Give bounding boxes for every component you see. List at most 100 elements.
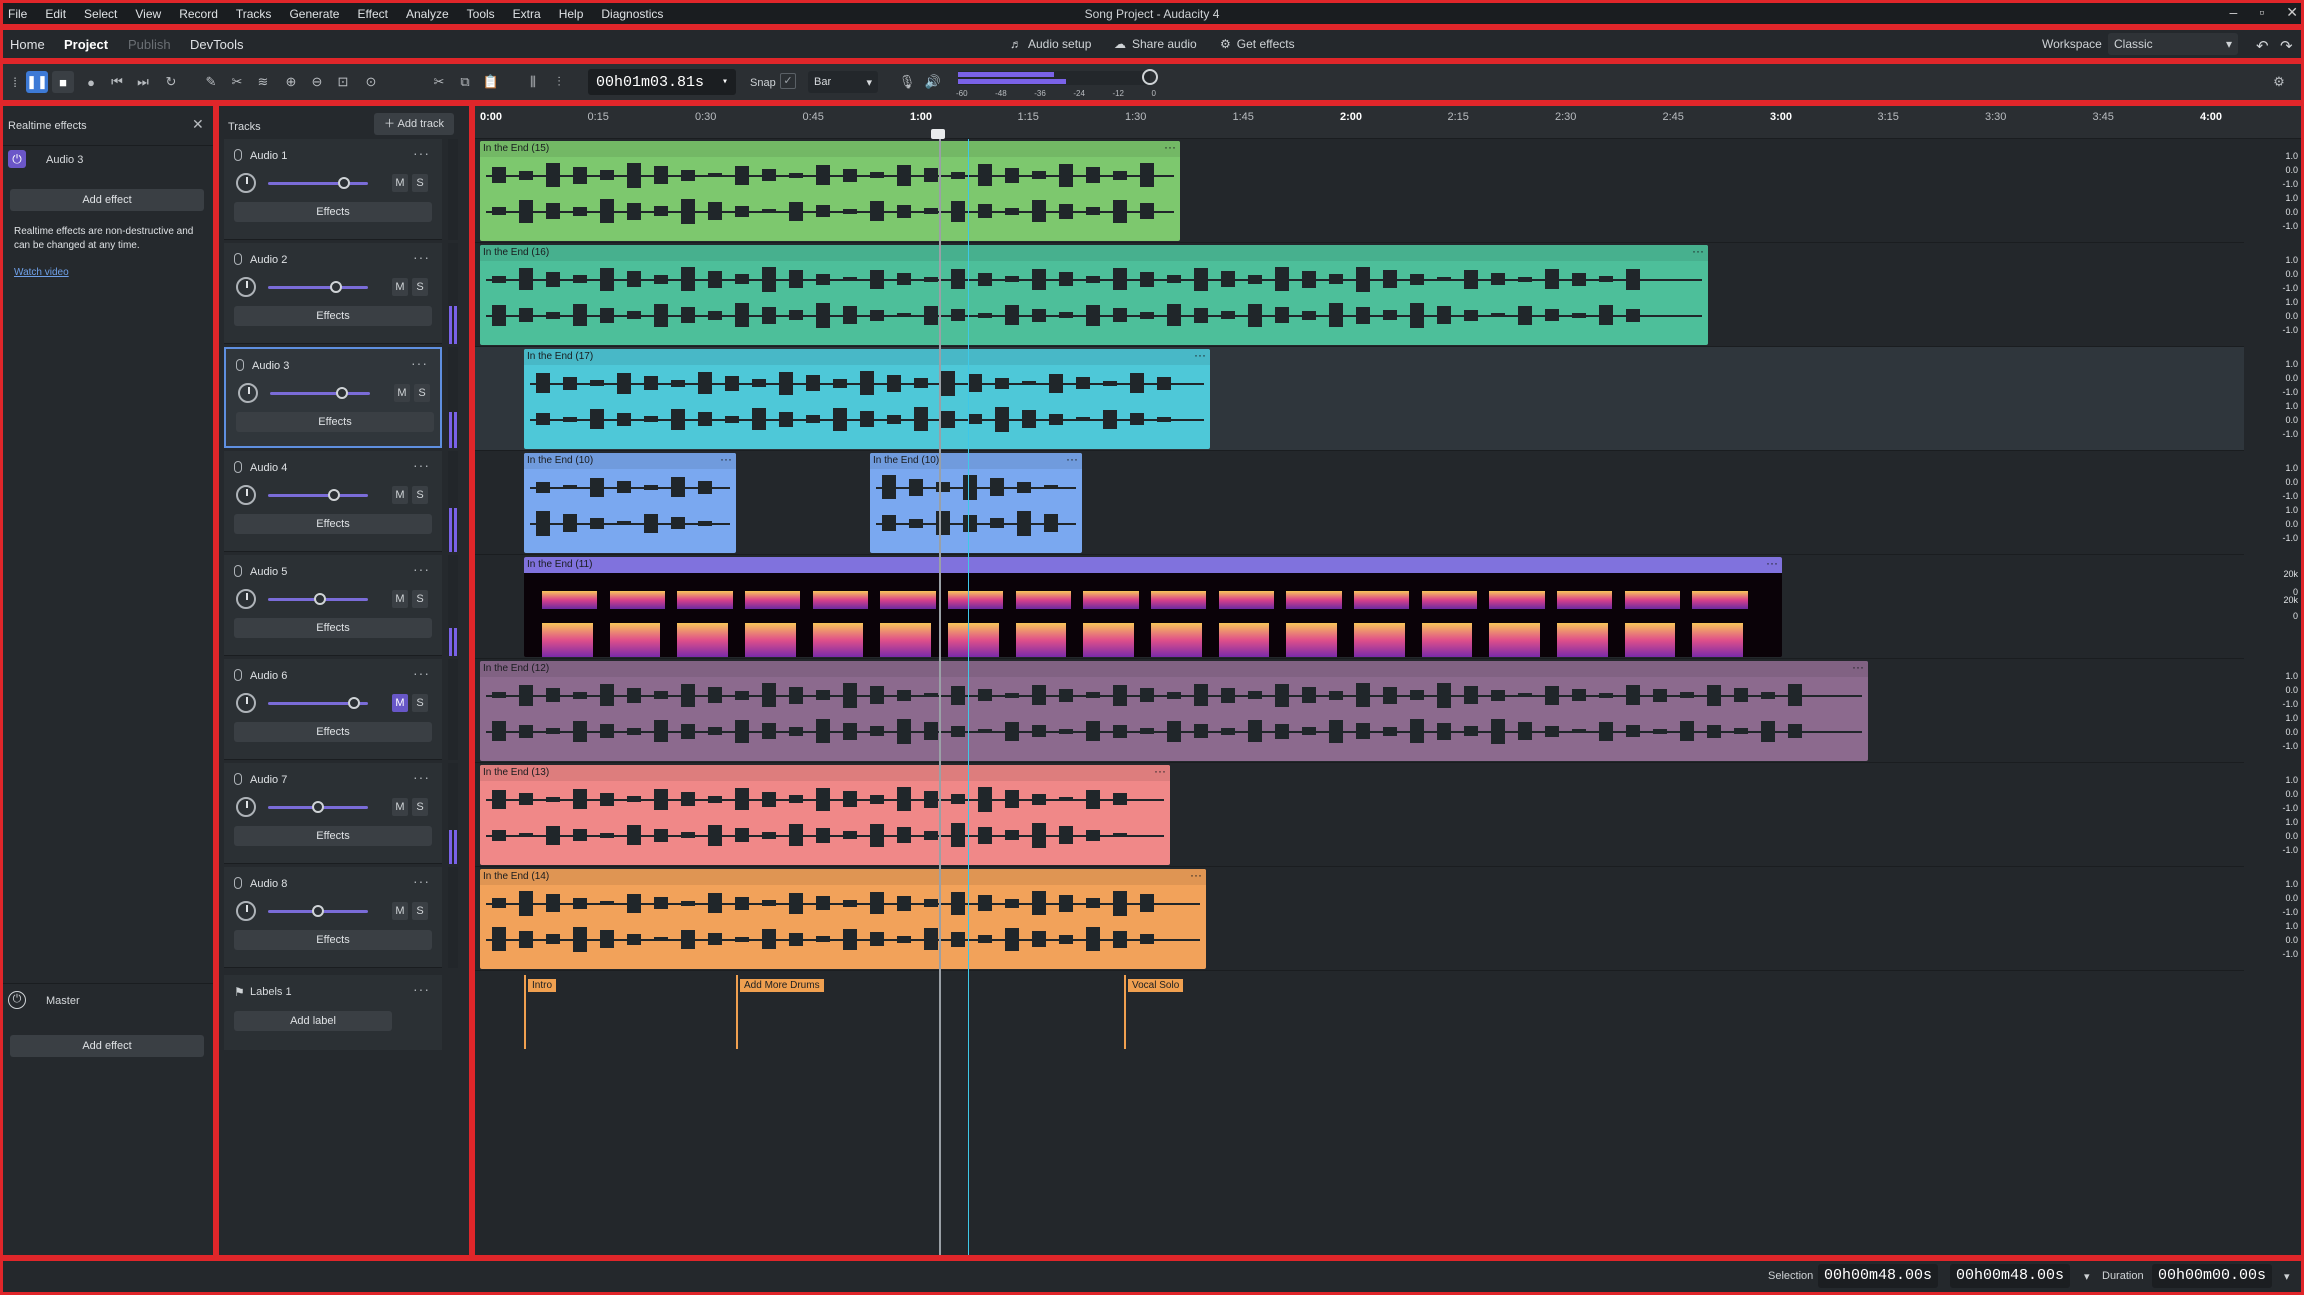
- volume-slider-thumb[interactable]: [348, 697, 360, 709]
- audio-clip[interactable]: In the End (15) ···: [480, 141, 1180, 241]
- pan-knob[interactable]: [236, 901, 256, 921]
- close-icon[interactable]: ✕: [192, 116, 204, 133]
- pan-knob[interactable]: [236, 173, 256, 193]
- mute-button[interactable]: M: [392, 174, 408, 192]
- solo-button[interactable]: S: [412, 798, 428, 816]
- clip-title[interactable]: In the End (10): [870, 453, 1082, 469]
- volume-slider-thumb[interactable]: [314, 593, 326, 605]
- track-effects-button[interactable]: Effects: [234, 722, 432, 742]
- audio-setup-button[interactable]: ♬ Audio setup: [1010, 37, 1091, 51]
- volume-slider[interactable]: [270, 387, 370, 399]
- clip-title[interactable]: In the End (12): [480, 661, 1868, 677]
- microphone-icon[interactable]: [234, 149, 242, 161]
- skip-start-button[interactable]: ⏮: [106, 71, 128, 93]
- track-menu-icon[interactable]: ···: [413, 873, 430, 889]
- volume-slider-thumb[interactable]: [338, 177, 350, 189]
- label-marker[interactable]: Intro: [528, 979, 557, 992]
- add-label-button[interactable]: Add label: [234, 1011, 392, 1031]
- track-menu-icon[interactable]: ···: [413, 561, 430, 577]
- microphone-icon[interactable]: 🎙: [896, 71, 918, 93]
- selection-start-time[interactable]: 00h00m48.00s: [1818, 1264, 1939, 1288]
- solo-button[interactable]: S: [412, 590, 428, 608]
- trim-icon[interactable]: ⫼: [522, 71, 544, 93]
- solo-button[interactable]: S: [412, 694, 428, 712]
- pan-knob[interactable]: [236, 797, 256, 817]
- clip-title[interactable]: In the End (16): [480, 245, 1708, 261]
- solo-button[interactable]: S: [412, 278, 428, 296]
- tab-home[interactable]: Home: [10, 37, 45, 52]
- clip-menu-icon[interactable]: ···: [1066, 453, 1078, 465]
- paste-icon[interactable]: 📋: [480, 71, 502, 93]
- playhead-handle[interactable]: [931, 129, 945, 139]
- close-icon[interactable]: ✕: [2286, 4, 2298, 21]
- track-header[interactable]: Audio 4 ··· M S Effects: [224, 451, 442, 552]
- solo-button[interactable]: S: [412, 174, 428, 192]
- pan-knob[interactable]: [236, 485, 256, 505]
- tab-publish[interactable]: Publish: [128, 37, 171, 52]
- maximize-icon[interactable]: ▫: [2259, 4, 2264, 21]
- volume-knob[interactable]: [1142, 69, 1158, 85]
- workspace-dropdown[interactable]: Classic ▾: [2108, 33, 2238, 55]
- track-effects-button[interactable]: Effects: [234, 930, 432, 950]
- audio-clip[interactable]: In the End (17) ···: [524, 349, 1210, 449]
- copy-icon[interactable]: ⧉: [454, 71, 476, 93]
- tab-project[interactable]: Project: [64, 37, 108, 52]
- track-header[interactable]: Audio 8 ··· M S Effects: [224, 867, 442, 968]
- clip-title[interactable]: In the End (10): [524, 453, 736, 469]
- track-menu-icon[interactable]: ···: [413, 249, 430, 265]
- clip-menu-icon[interactable]: ···: [720, 453, 732, 465]
- clip-menu-icon[interactable]: ···: [1154, 765, 1166, 777]
- mute-button[interactable]: M: [392, 902, 408, 920]
- stop-button[interactable]: ■: [52, 71, 74, 93]
- share-audio-button[interactable]: ☁ Share audio: [1114, 37, 1197, 51]
- track-effects-button[interactable]: Effects: [236, 412, 434, 432]
- time-display[interactable]: 00h01m03.81s ▾: [588, 69, 736, 95]
- clip-menu-icon[interactable]: ···: [1190, 869, 1202, 881]
- zoom-toggle-icon[interactable]: ⊙: [360, 71, 382, 93]
- minimize-icon[interactable]: –: [2230, 4, 2238, 21]
- track-menu-icon[interactable]: ···: [413, 769, 430, 785]
- silence-icon[interactable]: ⫶: [548, 71, 570, 93]
- volume-slider-thumb[interactable]: [336, 387, 348, 399]
- redo-icon[interactable]: ↷: [2280, 37, 2293, 55]
- track-menu-icon[interactable]: ···: [413, 981, 430, 997]
- volume-slider-thumb[interactable]: [312, 905, 324, 917]
- draw-tool-icon[interactable]: ≋: [252, 71, 274, 93]
- clip-title[interactable]: In the End (14): [480, 869, 1206, 885]
- audio-clip[interactable]: In the End (14) ···: [480, 869, 1206, 969]
- mute-button[interactable]: M: [392, 798, 408, 816]
- clip-title[interactable]: In the End (15): [480, 141, 1180, 157]
- pause-button[interactable]: ❚❚: [26, 71, 48, 93]
- track-header[interactable]: Audio 7 ··· M S Effects: [224, 763, 442, 864]
- clip-menu-icon[interactable]: ···: [1164, 141, 1176, 153]
- track-effects-button[interactable]: Effects: [234, 306, 432, 326]
- time-ruler[interactable]: 0:00 0:15 0:30 0:45 1:00 1:15 1:30 1:45 2:00 2:15…: [474, 103, 2304, 139]
- grip-icon[interactable]: ⁞: [4, 71, 26, 93]
- clip-title[interactable]: In the End (13): [480, 765, 1170, 781]
- zoom-in-icon[interactable]: ⊕: [280, 71, 302, 93]
- undo-icon[interactable]: ↶: [2256, 37, 2269, 55]
- track-menu-icon[interactable]: ···: [413, 457, 430, 473]
- track-header[interactable]: Audio 3 ··· M S Effects: [224, 347, 442, 448]
- label-marker[interactable]: Vocal Solo: [1128, 979, 1184, 992]
- loop-button[interactable]: ↻: [160, 71, 182, 93]
- envelope-tool-icon[interactable]: ✎: [200, 71, 222, 93]
- track-menu-icon[interactable]: ···: [413, 145, 430, 161]
- clip-menu-icon[interactable]: ···: [1852, 661, 1864, 673]
- settings-gear-icon[interactable]: ⚙: [2268, 71, 2290, 93]
- cut-silence-icon[interactable]: ✂: [226, 71, 248, 93]
- track-lane[interactable]: [474, 451, 2244, 555]
- track-effects-button[interactable]: Effects: [234, 202, 432, 222]
- volume-slider-thumb[interactable]: [312, 801, 324, 813]
- mute-button[interactable]: M: [394, 384, 410, 402]
- audio-clip[interactable]: In the End (16) ···: [480, 245, 1708, 345]
- volume-slider[interactable]: [268, 177, 368, 189]
- solo-button[interactable]: S: [412, 486, 428, 504]
- audio-clip[interactable]: In the End (10) ···: [870, 453, 1082, 553]
- audio-clip[interactable]: In the End (12) ···: [480, 661, 1868, 761]
- track-header[interactable]: Audio 2 ··· M S Effects: [224, 243, 442, 344]
- label-marker[interactable]: Add More Drums: [740, 979, 824, 992]
- speaker-icon[interactable]: 🔊: [922, 71, 944, 93]
- snap-unit-dropdown[interactable]: Bar ▾: [808, 71, 878, 93]
- volume-slider-thumb[interactable]: [328, 489, 340, 501]
